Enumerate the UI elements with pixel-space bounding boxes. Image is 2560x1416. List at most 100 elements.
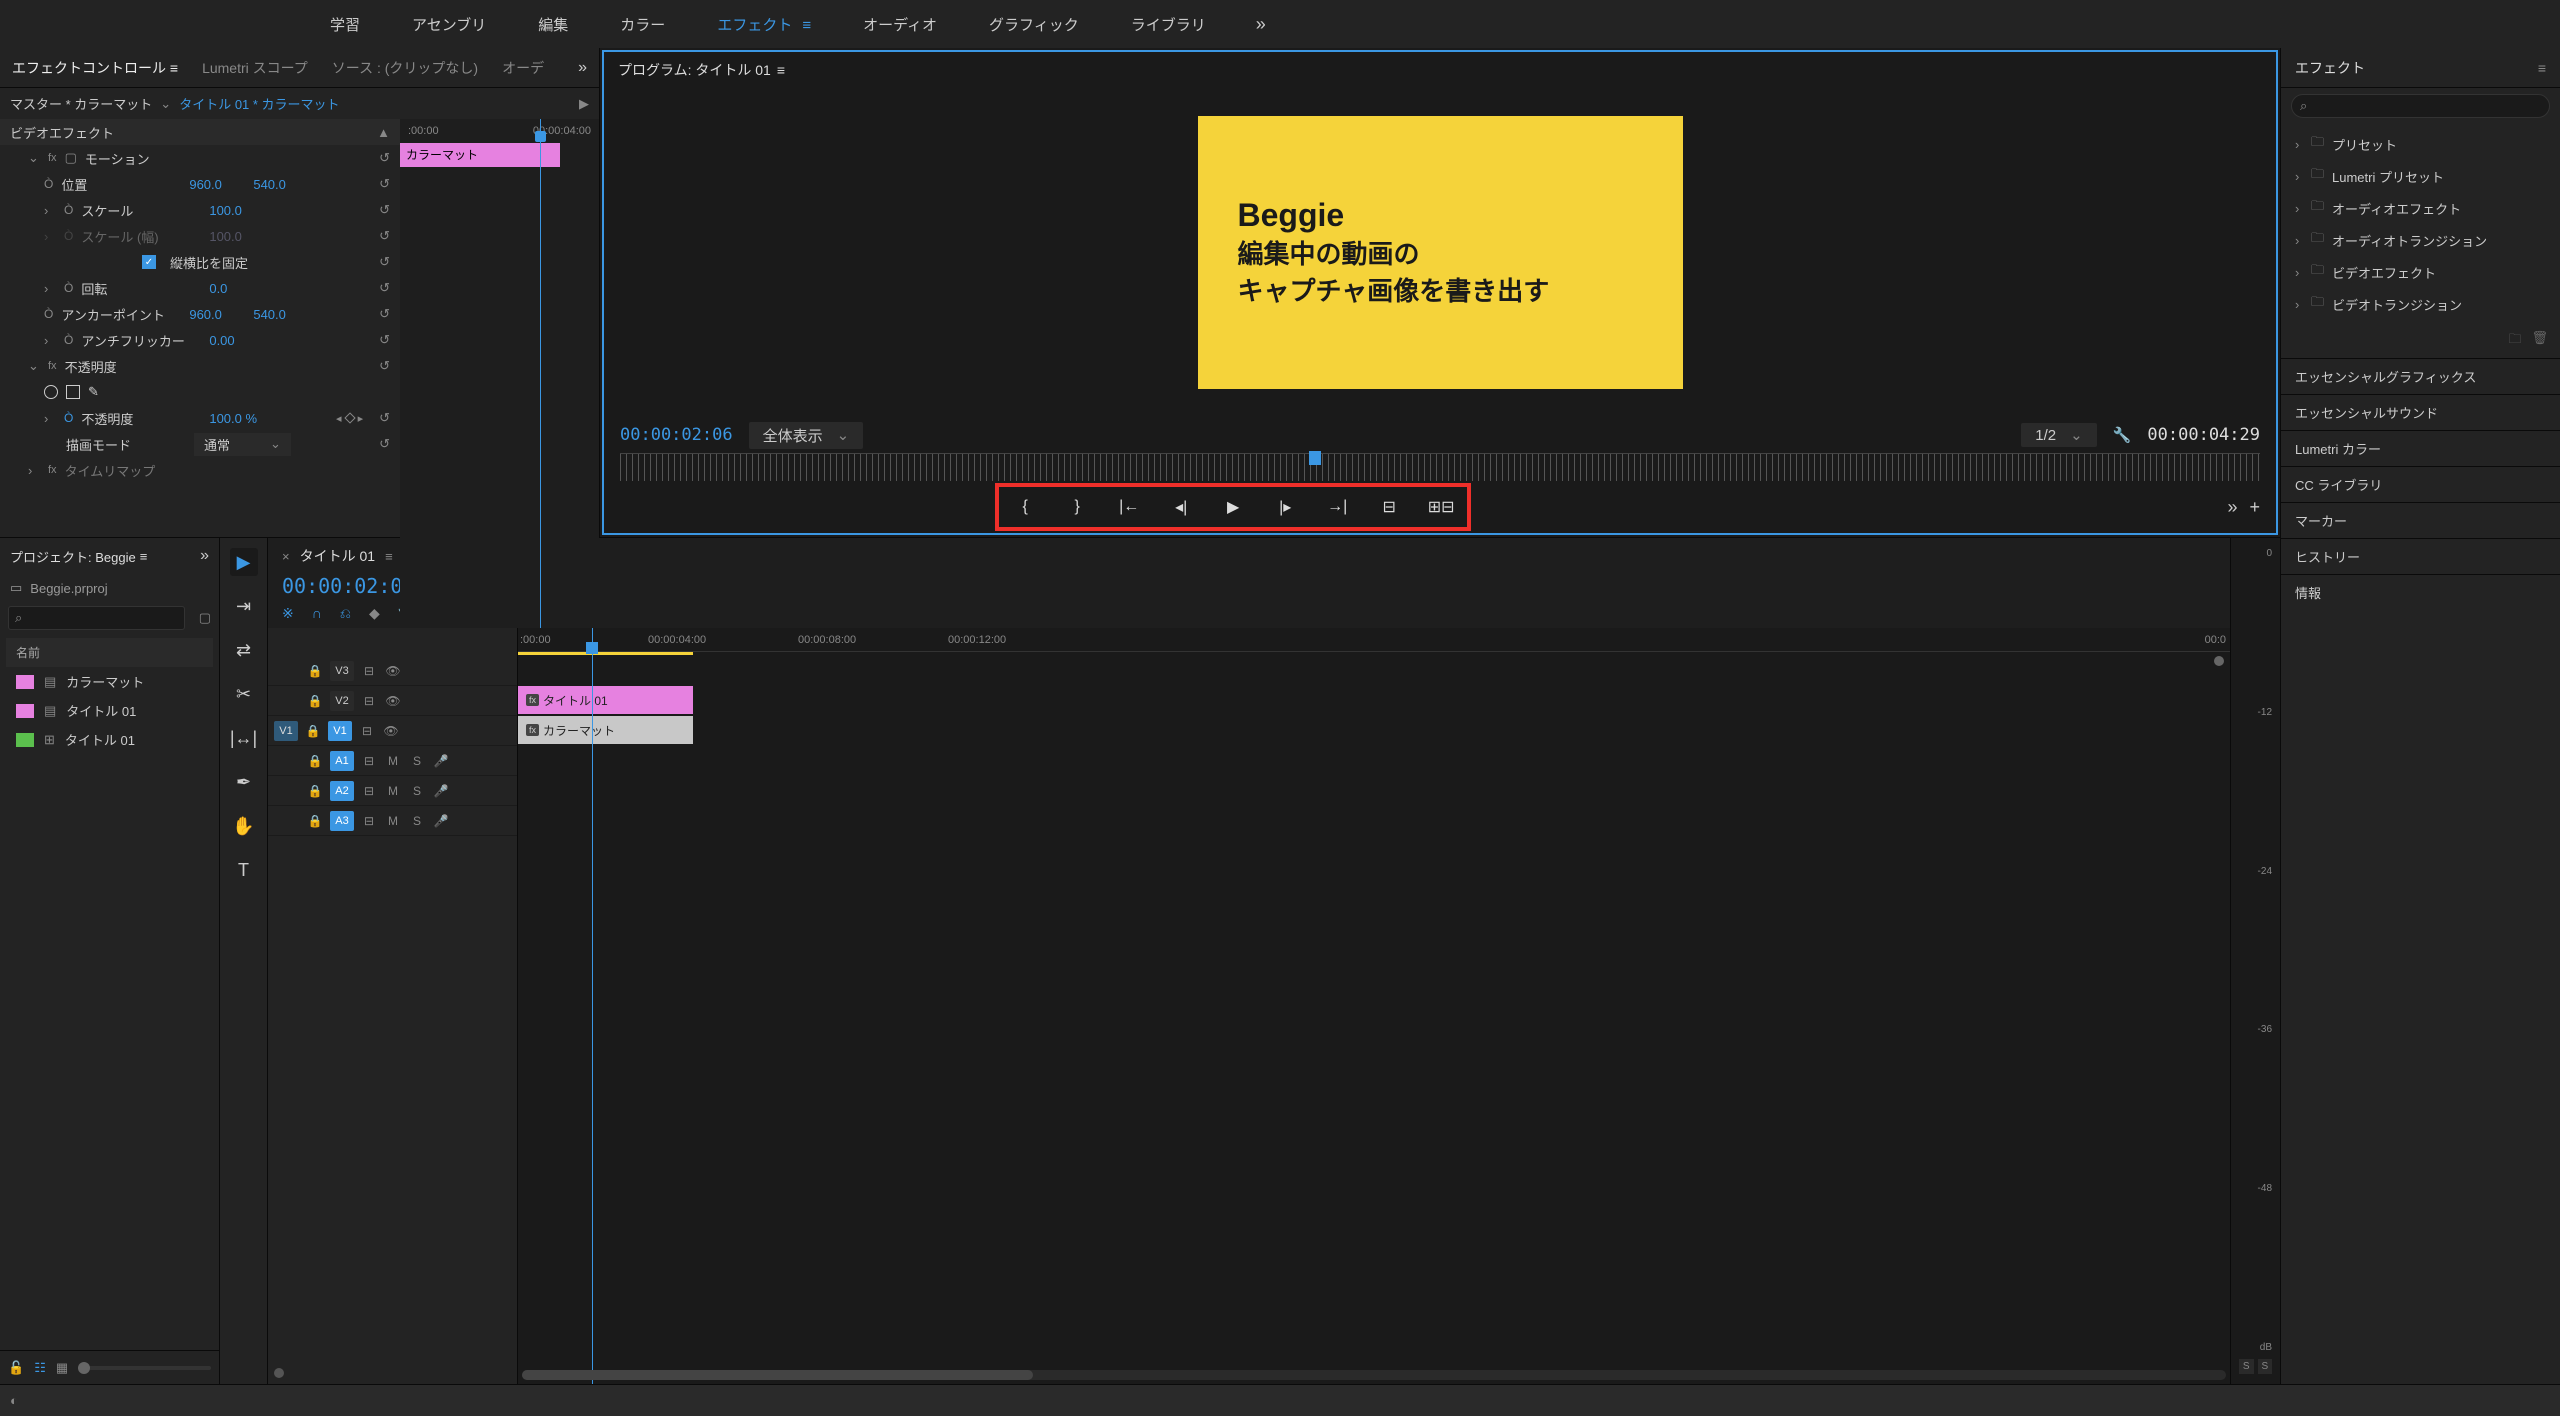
more-transport-icon[interactable]: »	[2227, 497, 2237, 518]
add-keyframe-icon[interactable]	[344, 412, 355, 423]
new-bin-icon[interactable]: 🗀	[2508, 330, 2521, 352]
workspace-tab-libraries[interactable]: ライブラリ	[1109, 6, 1228, 43]
sync-lock-icon[interactable]: ⊟	[360, 664, 378, 678]
mic-icon[interactable]: 🎤	[432, 754, 450, 768]
program-viewer[interactable]: Beggie 編集中の動画の キャプチャ画像を書き出す	[604, 88, 2276, 417]
add-button-icon[interactable]: +	[2249, 497, 2260, 518]
tab-effect-controls[interactable]: エフェクトコントロール	[12, 58, 178, 78]
panel-markers[interactable]: マーカー	[2281, 502, 2560, 538]
motion-effect-row[interactable]: ⌄fx▢ モーション ↺	[0, 145, 400, 171]
lock-icon[interactable]: 🔓	[8, 1360, 24, 1376]
track-select-tool[interactable]: ⇥	[230, 592, 258, 620]
timeline-content[interactable]: :00:00 00:00:04:00 00:00:08:00 00:00:12:…	[518, 628, 2230, 1384]
timeline-ruler[interactable]: :00:00 00:00:04:00 00:00:08:00 00:00:12:…	[518, 628, 2230, 652]
workspace-tab-effects[interactable]: エフェクト	[695, 6, 833, 43]
sync-lock-icon[interactable]: ⊟	[360, 784, 378, 798]
opacity-value[interactable]: 100.0 %	[209, 411, 265, 426]
list-view-icon[interactable]: ☷	[34, 1360, 46, 1376]
program-playhead[interactable]	[1309, 451, 1321, 465]
reset-icon[interactable]: ↺	[379, 202, 390, 218]
solo-left[interactable]: S	[2239, 1359, 2254, 1374]
lock-icon[interactable]: 🔒	[306, 754, 324, 768]
sync-lock-icon[interactable]: ⊟	[360, 754, 378, 768]
tree-video-effects[interactable]: ›🗀ビデオエフェクト	[2291, 256, 2550, 288]
track-header-a3[interactable]: 🔒 A3 ⊟ M S 🎤	[268, 806, 517, 836]
project-item[interactable]: ▤ タイトル 01	[6, 696, 213, 725]
master-clip-label[interactable]: マスター * カラーマット	[10, 94, 152, 113]
timeline-scrollbar[interactable]	[522, 1370, 2226, 1380]
settings-wrench-icon[interactable]: 🔧	[2113, 426, 2132, 444]
reset-icon[interactable]: ↺	[379, 410, 390, 426]
workspace-tab-learn[interactable]: 学習	[308, 6, 382, 43]
type-tool[interactable]: T	[230, 856, 258, 884]
track-header-v2[interactable]: 🔒 V2 ⊟ 👁	[268, 686, 517, 716]
solo-button[interactable]: S	[408, 784, 426, 798]
position-x-value[interactable]: 960.0	[189, 177, 245, 192]
panel-more-icon[interactable]: »	[200, 547, 209, 565]
panel-more-icon[interactable]: »	[578, 59, 587, 77]
trash-icon[interactable]: 🗑	[2531, 330, 2548, 352]
stopwatch-icon[interactable]: Ò	[64, 411, 73, 425]
eye-icon[interactable]: 👁	[382, 724, 400, 738]
play-button[interactable]: ▶	[1219, 493, 1247, 521]
workspace-more-icon[interactable]: »	[1256, 14, 1266, 35]
selection-tool[interactable]: ▶	[230, 548, 258, 576]
sync-lock-icon[interactable]: ⊟	[360, 694, 378, 708]
mute-button[interactable]: M	[384, 784, 402, 798]
reset-icon[interactable]: ↺	[379, 228, 390, 244]
track-header-a2[interactable]: 🔒 A2 ⊟ M S 🎤	[268, 776, 517, 806]
mic-icon[interactable]: 🎤	[432, 784, 450, 798]
play-icon[interactable]: ▶	[579, 96, 589, 112]
resolution-select[interactable]: 1/2	[2021, 423, 2096, 447]
column-header-name[interactable]: 名前	[6, 638, 213, 667]
effects-search-input[interactable]: ⌕	[2291, 94, 2550, 118]
panel-menu-icon[interactable]: ≡	[2538, 60, 2546, 76]
reset-icon[interactable]: ↺	[379, 280, 390, 296]
mark-in-button[interactable]: {	[1011, 493, 1039, 521]
anchor-x-value[interactable]: 960.0	[189, 307, 245, 322]
tab-source[interactable]: ソース : (クリップなし)	[332, 58, 478, 78]
chevron-down-icon[interactable]: ⌄	[160, 96, 171, 112]
mark-out-button[interactable]: }	[1063, 493, 1091, 521]
snap-icon[interactable]: ※	[282, 605, 294, 622]
workspace-tab-audio[interactable]: オーディオ	[841, 6, 959, 43]
stopwatch-icon[interactable]: Ò	[64, 203, 73, 217]
project-file[interactable]: ▭ Beggie.prproj	[0, 574, 219, 602]
slip-tool[interactable]: |↔|	[230, 724, 258, 752]
work-area-bar[interactable]	[518, 652, 693, 655]
filter-icon[interactable]: ▢	[199, 610, 211, 626]
mute-button[interactable]: M	[384, 814, 402, 828]
go-to-out-button[interactable]: →|	[1323, 493, 1351, 521]
tab-lumetri-scopes[interactable]: Lumetri スコープ	[202, 58, 308, 78]
panel-cc-libraries[interactable]: CC ライブラリ	[2281, 466, 2560, 502]
markers-icon[interactable]: ◆	[369, 605, 380, 622]
video-effects-section[interactable]: ビデオエフェクト ▲	[0, 119, 400, 145]
pen-tool[interactable]: ✒	[230, 768, 258, 796]
zoom-slider[interactable]	[78, 1366, 211, 1370]
section-toggle-icon[interactable]: ▲	[377, 125, 390, 140]
icon-view-icon[interactable]: ▦	[56, 1360, 68, 1376]
opacity-effect-row[interactable]: ⌄fx 不透明度 ↺	[0, 353, 400, 379]
reset-icon[interactable]: ↺	[379, 176, 390, 192]
track-scroll-handle[interactable]	[274, 1368, 284, 1378]
linked-selection-icon[interactable]: ⎌	[340, 605, 351, 622]
go-to-in-button[interactable]: |←	[1115, 493, 1143, 521]
lock-icon[interactable]: 🔒	[304, 724, 322, 738]
rect-mask-icon[interactable]	[66, 385, 80, 399]
reset-icon[interactable]: ↺	[379, 332, 390, 348]
panel-history[interactable]: ヒストリー	[2281, 538, 2560, 574]
workspace-tab-assembly[interactable]: アセンブリ	[390, 6, 508, 43]
extract-button[interactable]: ⊞⊟	[1427, 493, 1455, 521]
fit-select[interactable]: 全体表示	[749, 422, 864, 449]
timeline-clip-matte[interactable]: fx カラーマット	[518, 716, 693, 744]
mic-icon[interactable]: 🎤	[432, 814, 450, 828]
lock-icon[interactable]: 🔒	[306, 814, 324, 828]
workspace-tab-color[interactable]: カラー	[598, 6, 687, 43]
lock-icon[interactable]: 🔒	[306, 694, 324, 708]
timeline-clip-title[interactable]: fx タイトル 01	[518, 686, 693, 714]
tree-audio-transitions[interactable]: ›🗀オーディオトランジション	[2291, 224, 2550, 256]
antiflicker-value[interactable]: 0.00	[209, 333, 265, 348]
tree-video-transitions[interactable]: ›🗀ビデオトランジション	[2291, 288, 2550, 320]
razor-tool[interactable]: ✂	[230, 680, 258, 708]
ellipse-mask-icon[interactable]	[44, 385, 58, 399]
